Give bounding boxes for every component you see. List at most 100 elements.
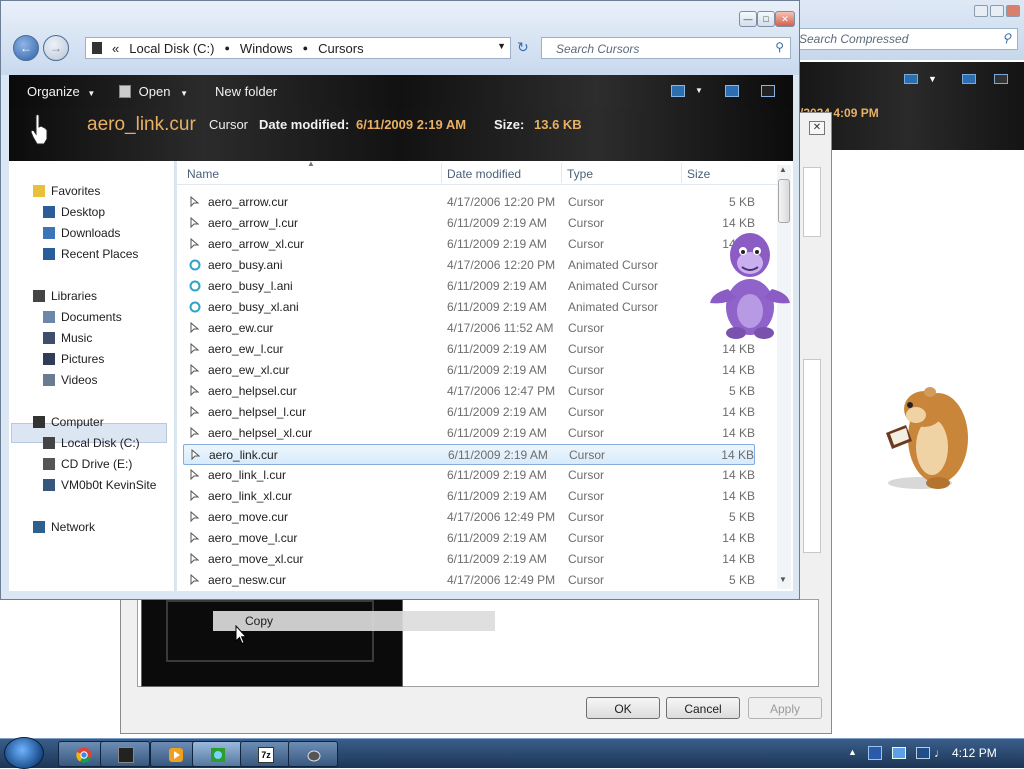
change-view-icon[interactable] [671, 85, 685, 97]
file-name: aero_nesw.cur [208, 573, 287, 587]
file-name: aero_move_xl.cur [208, 552, 304, 566]
file-date-modified: 4/17/2006 12:49 PM [447, 573, 556, 587]
background-minimize-button[interactable] [974, 5, 988, 17]
file-type: Animated Cursor [568, 279, 659, 293]
file-row[interactable]: aero_move.cur 4/17/2006 12:49 PM Cursor 5 K… [183, 507, 755, 528]
cursor-icon [189, 489, 201, 502]
bonzi-buddy-gorilla[interactable] [706, 225, 792, 340]
file-row[interactable]: aero_busy_xl.ani 6/11/2009 2:19 AM Animate… [183, 297, 755, 318]
open-button[interactable]: Open ▼ [119, 84, 188, 99]
file-row[interactable]: aero_ew_l.cur 6/11/2009 2:19 AM Cursor 14 K… [183, 339, 755, 360]
preview-pane-icon[interactable] [725, 85, 739, 97]
file-row[interactable]: aero_arrow_l.cur 6/11/2009 2:19 AM Cursor 1… [183, 213, 755, 234]
scroll-down-icon[interactable]: ▼ [779, 575, 787, 584]
file-date-modified: 6/11/2009 2:19 AM [447, 405, 547, 419]
search-icon[interactable]: ⚲ [775, 40, 784, 54]
start-button[interactable] [4, 737, 44, 769]
network-icon[interactable] [916, 747, 930, 759]
preview-pane-icon[interactable] [962, 74, 976, 84]
close-button[interactable]: ✕ [775, 11, 795, 27]
file-row[interactable]: aero_busy.ani 4/17/2006 12:20 PM Animated … [183, 255, 755, 276]
file-row[interactable]: aero_link_l.cur 6/11/2009 2:19 AM Cursor 14… [183, 465, 755, 486]
file-date-modified: 6/11/2009 2:19 AM [447, 300, 547, 314]
apply-button[interactable]: Apply [748, 697, 822, 719]
hamster-reading-book[interactable] [880, 383, 972, 493]
scrollbar-thumb[interactable] [778, 179, 790, 223]
view-icon[interactable] [904, 74, 918, 84]
explorer-titlebar: — □ ✕ ← → « Local Disk (C:) ● Windows ● … [1, 1, 799, 75]
file-row[interactable]: aero_helpsel_xl.cur 6/11/2009 2:19 AM Curs… [183, 423, 755, 444]
back-button[interactable]: ← [13, 35, 39, 61]
cancel-button[interactable]: Cancel [666, 697, 740, 719]
dialog-close-button[interactable]: ✕ [809, 121, 825, 135]
file-type: Cursor [568, 489, 605, 503]
help-icon[interactable] [994, 74, 1008, 84]
file-type: Cursor [568, 237, 605, 251]
file-name: aero_arrow.cur [208, 195, 289, 209]
nav-item-label: Documents [61, 310, 122, 324]
file-row[interactable]: aero_helpsel_l.cur 6/11/2009 2:19 AM Curso… [183, 402, 755, 423]
show-hidden-icons[interactable]: ▲ [848, 747, 857, 757]
explorer-window[interactable]: — □ ✕ ← → « Local Disk (C:) ● Windows ● … [0, 0, 800, 600]
search-input[interactable]: Search Cursors ⚲ [541, 37, 791, 59]
file-row[interactable]: aero_arrow_xl.cur 6/11/2009 2:19 AM Cursor… [183, 234, 755, 255]
file-row[interactable]: aero_move_l.cur 6/11/2009 2:19 AM Cursor 14… [183, 528, 755, 549]
file-row[interactable]: aero_ew_xl.cur 6/11/2009 2:19 AM Cursor 14 … [183, 360, 755, 381]
file-row[interactable]: aero_link.cur 6/11/2009 2:19 AM Cursor 14 K… [183, 444, 755, 465]
minimize-button[interactable]: — [739, 11, 757, 27]
breadcrumb-cursors[interactable]: Cursors [318, 41, 364, 56]
file-name: aero_ew_xl.cur [208, 363, 290, 377]
file-size: 14 KB [722, 405, 755, 419]
file-row[interactable]: aero_nesw.cur 4/17/2006 12:49 PM Cursor 5 K… [183, 570, 755, 591]
background-search-input[interactable]: Search Compressed ⚲ [796, 28, 1018, 50]
breadcrumb-overflow[interactable]: « [112, 41, 119, 56]
drive-icon [43, 437, 55, 449]
column-name[interactable]: Name [187, 167, 219, 181]
background-close-button[interactable] [1006, 5, 1020, 17]
organize-button[interactable]: Organize ▼ [27, 84, 95, 99]
file-size: 14 KB [722, 489, 755, 503]
file-row[interactable]: aero_link_xl.cur 6/11/2009 2:19 AM Cursor 1… [183, 486, 755, 507]
address-bar[interactable]: « Local Disk (C:) ● Windows ● Cursors ▼ [85, 37, 511, 59]
breadcrumb-windows[interactable]: Windows [240, 41, 293, 56]
scroll-up-icon[interactable]: ▲ [779, 165, 787, 174]
nav-item-label: Videos [61, 373, 98, 387]
file-row[interactable]: aero_move_xl.cur 6/11/2009 2:19 AM Cursor 1… [183, 549, 755, 570]
taskbar-7zip[interactable]: 7z [240, 741, 290, 767]
file-row[interactable]: aero_ew.cur 4/17/2006 11:52 AM Cursor [183, 318, 755, 339]
ok-button[interactable]: OK [586, 697, 660, 719]
new-folder-button[interactable]: New folder [215, 84, 277, 99]
action-center-icon[interactable] [892, 747, 906, 759]
refresh-icon[interactable]: ↻ [517, 39, 529, 56]
chevron-down-icon[interactable]: ▼ [695, 86, 703, 95]
forward-button[interactable]: → [43, 35, 69, 61]
column-type[interactable]: Type [567, 167, 593, 181]
file-date-modified: 6/11/2009 2:19 AM [447, 468, 547, 482]
volume-icon[interactable]: ♩ [934, 746, 946, 760]
column-size[interactable]: Size [687, 167, 710, 181]
help-icon[interactable] [761, 85, 775, 97]
file-type: Cursor [568, 468, 605, 482]
file-row[interactable]: aero_arrow.cur 4/17/2006 12:20 PM Cursor 5 … [183, 192, 755, 213]
breadcrumb-separator-icon[interactable]: ● [303, 43, 308, 53]
background-maximize-button[interactable] [990, 5, 1004, 17]
file-date-modified: 4/17/2006 12:49 PM [447, 510, 556, 524]
breadcrumb-separator-icon[interactable]: ● [224, 43, 229, 53]
file-size: 5 KB [728, 573, 755, 587]
file-row[interactable]: aero_busy_l.ani 6/11/2009 2:19 AM Animated… [183, 276, 755, 297]
breadcrumb-local-disk[interactable]: Local Disk (C:) [129, 41, 214, 56]
chevron-down-icon[interactable]: ▼ [928, 74, 937, 84]
context-menu-copy[interactable]: Copy [213, 611, 495, 631]
taskbar-mouse-properties[interactable] [288, 741, 338, 767]
file-row[interactable]: aero_helpsel.cur 4/17/2006 12:47 PM Cursor… [183, 381, 755, 402]
tray-app-icon[interactable] [868, 746, 882, 760]
cursor-icon [190, 448, 202, 461]
maximize-button[interactable]: □ [757, 11, 775, 27]
taskbar-app[interactable] [100, 741, 150, 767]
column-date-modified[interactable]: Date modified [447, 167, 521, 181]
clock[interactable]: 4:12 PM [952, 746, 997, 760]
taskbar-explorer[interactable] [192, 741, 242, 767]
chevron-down-icon[interactable]: ▼ [497, 41, 506, 51]
cd-drive-icon [43, 458, 55, 470]
file-date-modified: 6/11/2009 2:19 AM [447, 279, 547, 293]
